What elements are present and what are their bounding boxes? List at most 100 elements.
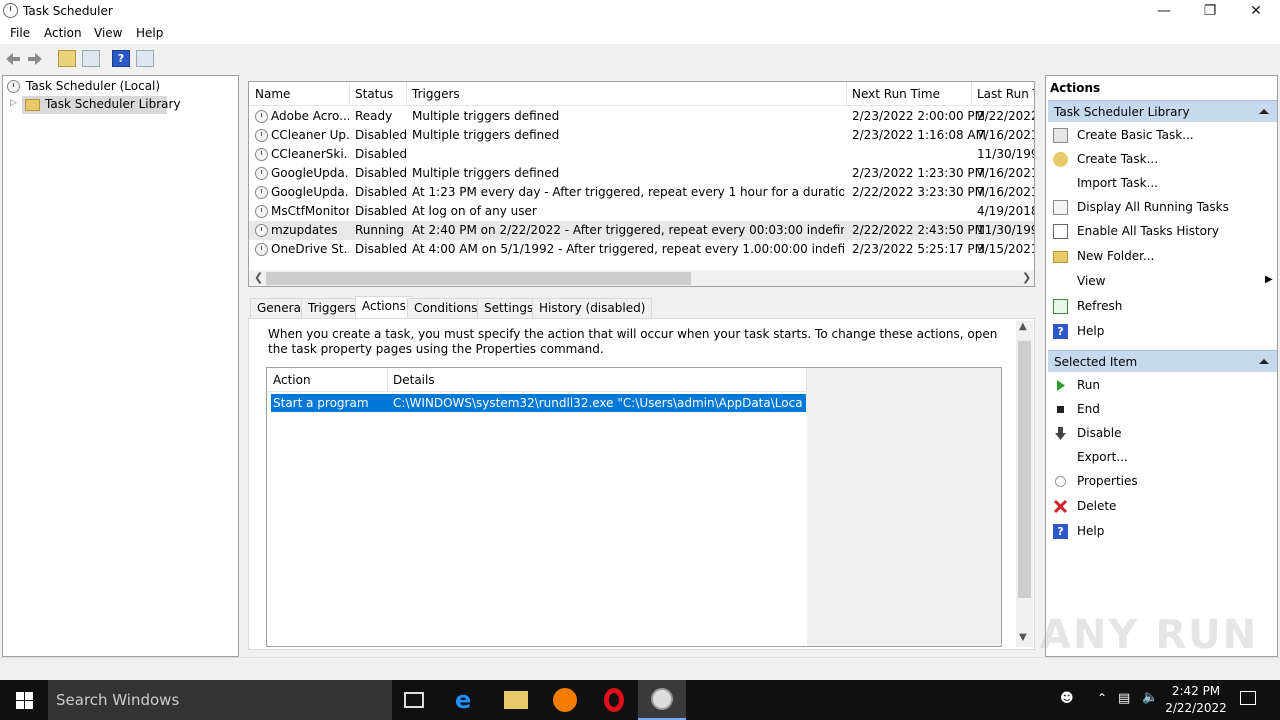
task-triggers: At 4:00 AM on 5/1/1992 - After triggered… <box>412 242 844 256</box>
action-disable[interactable]: Disable <box>1048 422 1277 446</box>
action-refresh[interactable]: Refresh <box>1048 295 1277 319</box>
task-last-run: 7/16/2021 1 <box>977 166 1035 180</box>
action-help-selected[interactable]: ? Help <box>1048 520 1277 544</box>
status-bar <box>0 657 1280 680</box>
action-label: Run <box>1077 378 1101 392</box>
column-separator[interactable] <box>406 82 407 106</box>
column-separator[interactable] <box>806 368 807 392</box>
scroll-right-icon[interactable]: ❯ <box>1022 271 1031 284</box>
col-status[interactable]: Status <box>355 87 393 101</box>
task-row[interactable]: OneDrive St... Disabled At 4:00 AM on 5/… <box>249 240 1034 259</box>
action-export[interactable]: Export... <box>1048 446 1277 470</box>
toolbar: ? <box>0 46 1280 71</box>
tab-history[interactable]: History (disabled) <box>532 298 653 318</box>
close-button[interactable]: ✕ <box>1233 0 1279 23</box>
action-create-basic-task[interactable]: Create Basic Task... <box>1048 124 1277 148</box>
menu-file[interactable]: File <box>10 26 30 40</box>
action-label: Export... <box>1077 450 1128 464</box>
task-name: GoogleUpda... <box>271 166 349 180</box>
tab-actions[interactable]: Actions <box>355 296 413 319</box>
forward-arrow-icon[interactable] <box>27 52 43 66</box>
help-icon[interactable]: ? <box>112 50 130 67</box>
tab-settings[interactable]: Settings <box>477 298 541 318</box>
action-delete[interactable]: Delete <box>1048 495 1277 519</box>
tree-root[interactable]: Task Scheduler (Local) <box>26 79 160 93</box>
task-view-icon[interactable] <box>404 692 424 708</box>
scroll-thumb[interactable] <box>266 272 691 285</box>
tab-conditions[interactable]: Conditions <box>407 298 485 318</box>
task-list: Name Status Triggers Next Run Time Last … <box>248 81 1035 287</box>
edge-browser-icon[interactable]: e <box>455 688 479 712</box>
task-row-selected[interactable]: mzupdates Running At 2:40 PM on 2/22/202… <box>249 221 1034 240</box>
col-next-run[interactable]: Next Run Time <box>852 87 940 101</box>
expand-chevron-icon[interactable]: ▷ <box>10 98 17 108</box>
column-separator[interactable] <box>971 82 972 106</box>
task-triggers: At 2:40 PM on 2/22/2022 - After triggere… <box>412 223 844 237</box>
back-arrow-icon[interactable] <box>5 52 21 66</box>
tab-triggers[interactable]: Triggers <box>301 298 363 318</box>
notification-center-icon[interactable] <box>1240 691 1256 705</box>
minimize-button[interactable]: — <box>1141 0 1187 23</box>
task-row[interactable]: GoogleUpda... Disabled At 1:23 PM every … <box>249 183 1034 202</box>
action-view[interactable]: View ▶ <box>1048 270 1277 294</box>
collapse-icon[interactable] <box>1259 359 1269 364</box>
col-action[interactable]: Action <box>273 373 311 387</box>
action-help[interactable]: ? Help <box>1048 320 1277 344</box>
col-name[interactable]: Name <box>255 87 290 101</box>
task-status: Running <box>355 223 405 237</box>
scroll-left-icon[interactable]: ❮ <box>254 271 263 284</box>
collapse-icon[interactable] <box>1259 109 1269 114</box>
task-row[interactable]: CCleaner Up... Disabled Multiple trigger… <box>249 126 1034 145</box>
show-hidden-icons-chevron-icon[interactable]: ⌃ <box>1097 691 1107 705</box>
windows-start-icon[interactable] <box>16 692 33 709</box>
action-create-task[interactable]: Create Task... <box>1048 148 1277 172</box>
file-explorer-icon[interactable] <box>504 691 528 709</box>
column-separator[interactable] <box>387 368 388 392</box>
column-separator[interactable] <box>846 82 847 106</box>
col-details[interactable]: Details <box>393 373 435 387</box>
action-display-running-tasks[interactable]: Display All Running Tasks <box>1048 196 1277 220</box>
menu-help[interactable]: Help <box>136 26 163 40</box>
action-new-folder[interactable]: New Folder... <box>1048 245 1277 269</box>
opera-icon[interactable] <box>604 688 624 712</box>
taskbar-clock[interactable]: 2:42 PM 2/22/2022 <box>1160 683 1232 717</box>
restore-button[interactable]: ❐ <box>1187 0 1233 23</box>
network-icon[interactable]: ▤ <box>1118 691 1130 706</box>
action-run[interactable]: Run <box>1048 374 1277 398</box>
section-selected-item[interactable]: Selected Item <box>1048 350 1277 372</box>
task-scheduler-taskbar-button[interactable] <box>638 680 686 720</box>
action-end[interactable]: End <box>1048 398 1277 422</box>
volume-icon[interactable]: 🔈 <box>1142 690 1158 705</box>
people-icon[interactable]: ☻ <box>1060 691 1074 706</box>
horizontal-scrollbar[interactable]: ❮ ❯ <box>249 270 1034 286</box>
task-row[interactable]: GoogleUpda... Disabled Multiple triggers… <box>249 164 1035 183</box>
scroll-up-icon[interactable]: ▲ <box>1019 321 1027 332</box>
task-row[interactable]: MsCtfMonitor Disabled At log on of any u… <box>249 202 1034 221</box>
action-import-task[interactable]: Import Task... <box>1048 172 1277 196</box>
task-row[interactable]: Adobe Acro... Ready Multiple triggers de… <box>249 107 1034 126</box>
task-next-run: 2/22/2022 2:43:50 PM <box>852 223 986 237</box>
show-hide-console-tree-icon[interactable] <box>82 50 100 67</box>
tree-item-library[interactable]: Task Scheduler Library <box>45 97 181 111</box>
window-title: Task Scheduler <box>23 4 113 18</box>
taskbar-search[interactable]: Search Windows <box>48 680 392 720</box>
menu-action[interactable]: Action <box>44 26 82 40</box>
section-task-scheduler-library[interactable]: Task Scheduler Library <box>1048 100 1277 122</box>
menu-view[interactable]: View <box>94 26 122 40</box>
up-folder-icon[interactable] <box>58 50 76 67</box>
col-triggers[interactable]: Triggers <box>412 87 460 101</box>
column-separator[interactable] <box>349 82 350 106</box>
vertical-scrollbar[interactable]: ▲ ▼ <box>1016 321 1033 647</box>
action-properties[interactable]: Properties <box>1048 470 1277 494</box>
action-row-selected[interactable]: Start a program C:\WINDOWS\system32\rund… <box>271 394 806 412</box>
section-label: Task Scheduler Library <box>1054 105 1190 119</box>
scroll-down-icon[interactable]: ▼ <box>1019 632 1027 643</box>
col-last-run[interactable]: Last Run Ti <box>977 87 1034 101</box>
scroll-thumb[interactable] <box>1018 341 1031 598</box>
task-row[interactable]: CCleanerSki... Disabled 11/30/1999 <box>249 145 1034 164</box>
show-hide-action-pane-icon[interactable] <box>136 50 154 67</box>
task-name: OneDrive St... <box>271 242 349 256</box>
action-enable-history[interactable]: Enable All Tasks History <box>1048 220 1277 244</box>
firefox-icon[interactable] <box>553 688 577 712</box>
taskbar: Search Windows e ☻ ⌃ ▤ 🔈 2:42 PM 2/22/20… <box>0 680 1280 720</box>
